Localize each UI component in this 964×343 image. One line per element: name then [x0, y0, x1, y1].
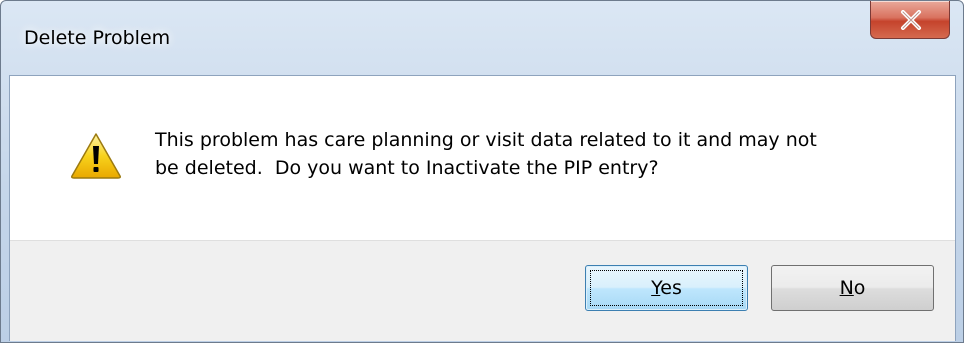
dialog-window: Delete Problem This problem has care pla…: [0, 0, 964, 343]
title-bar[interactable]: Delete Problem: [1, 1, 963, 75]
no-label-rest: o: [853, 277, 866, 299]
close-x-icon: [901, 10, 921, 30]
yes-button-label: Yes: [651, 277, 682, 299]
close-button[interactable]: [870, 1, 950, 39]
message-line-1: This problem has care planning or visit …: [155, 129, 817, 151]
yes-label-rest: es: [660, 277, 682, 299]
message-line-2: be deleted. Do you want to Inactivate th…: [155, 157, 659, 179]
no-button-label: No: [840, 277, 866, 299]
dialog-body: This problem has care planning or visit …: [9, 75, 956, 341]
no-mnemonic: N: [839, 277, 854, 299]
dialog-message: This problem has care planning or visit …: [155, 126, 915, 182]
message-area: This problem has care planning or visit …: [10, 76, 955, 240]
window-title: Delete Problem: [24, 27, 171, 49]
yes-button[interactable]: Yes: [585, 265, 748, 311]
button-bar: Yes No: [10, 240, 955, 341]
no-button[interactable]: No: [771, 265, 934, 311]
warning-icon: [71, 133, 121, 179]
yes-mnemonic: Y: [651, 277, 661, 299]
